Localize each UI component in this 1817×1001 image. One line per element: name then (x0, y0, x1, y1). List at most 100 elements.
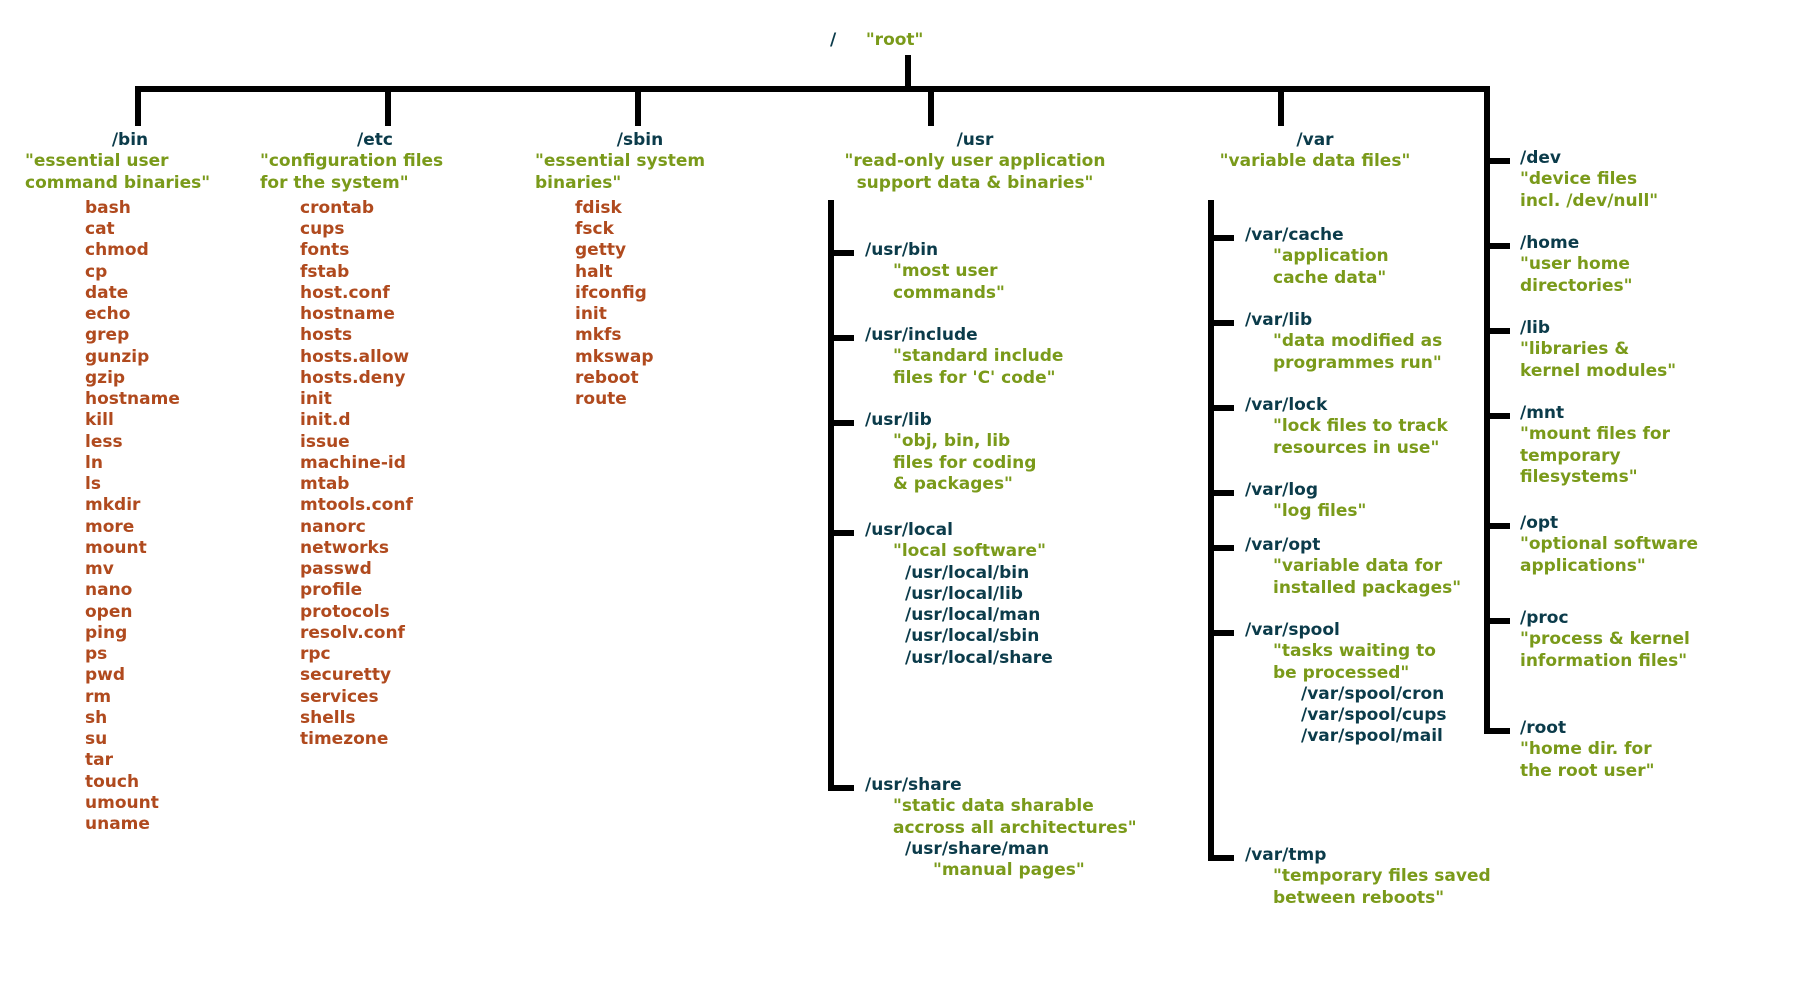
connector (1208, 405, 1234, 411)
connector (1278, 86, 1284, 126)
list-item: tar (85, 750, 235, 771)
list-item: mtab (300, 474, 490, 495)
lib-desc: "libraries & kernel modules" (1520, 339, 1676, 382)
usr-share-man-desc: "manual pages" (933, 860, 1137, 881)
list-item: fonts (300, 240, 490, 261)
list-item: securetty (300, 665, 490, 686)
var-log-path: /var/log (1245, 480, 1366, 501)
list-item: fdisk (575, 198, 745, 219)
list-item: resolv.conf (300, 623, 490, 644)
dev-path: /dev (1520, 148, 1658, 169)
list-item: chmod (85, 240, 235, 261)
list-item: nanorc (300, 517, 490, 538)
bin-files: bashcatchmodcpdateechogrepgunzipgziphost… (85, 198, 235, 836)
list-item: machine-id (300, 453, 490, 474)
usr-share-path: /usr/share (865, 775, 1137, 796)
connector (1208, 490, 1234, 496)
list-item: mtools.conf (300, 495, 490, 516)
sbin-path: /sbin (535, 130, 745, 151)
list-item: fstab (300, 262, 490, 283)
var-lib-path: /var/lib (1245, 310, 1442, 331)
opt-desc: "optional software applications" (1520, 534, 1698, 577)
connector (828, 785, 854, 791)
list-item: mkswap (575, 347, 745, 368)
rootdir-desc: "home dir. for the root user" (1520, 739, 1654, 782)
list-item: date (85, 283, 235, 304)
opt-path: /opt (1520, 513, 1698, 534)
proc-desc: "process & kernel information files" (1520, 629, 1690, 672)
list-item: host.conf (300, 283, 490, 304)
connector (1208, 855, 1234, 861)
connector (385, 86, 391, 126)
connector (1484, 158, 1510, 164)
etc-path: /etc (260, 130, 490, 151)
list-item: more (85, 517, 235, 538)
usr-share-man-path: /usr/share/man (905, 839, 1137, 860)
list-item: /var/spool/cups (1301, 705, 1447, 726)
usr-share-desc: "static data sharable accross all archit… (893, 796, 1137, 839)
connector (1484, 243, 1510, 249)
list-item: hostname (300, 304, 490, 325)
list-item: /usr/local/lib (905, 584, 1053, 605)
rootdir-path: /root (1520, 718, 1654, 739)
usr-desc: "read-only user application support data… (785, 151, 1165, 194)
list-item: shells (300, 708, 490, 729)
connector (1208, 545, 1234, 551)
lib-path: /lib (1520, 318, 1676, 339)
list-item: mkfs (575, 325, 745, 346)
list-item: ifconfig (575, 283, 745, 304)
list-item: init.d (300, 410, 490, 431)
proc-path: /proc (1520, 608, 1690, 629)
etc-desc: "configuration files for the system" (260, 151, 490, 194)
connector (635, 86, 641, 126)
var-opt-desc: "variable data for installed packages" (1273, 556, 1461, 599)
usr-bin-desc: "most user commands" (893, 261, 1005, 304)
var-tmp-desc: "temporary files saved between reboots" (1273, 866, 1491, 909)
list-item: ps (85, 644, 235, 665)
connector (1484, 728, 1510, 734)
connector (1484, 328, 1510, 334)
var-tmp-path: /var/tmp (1245, 845, 1491, 866)
list-item: hosts (300, 325, 490, 346)
connector (1208, 630, 1234, 636)
list-item: bash (85, 198, 235, 219)
usr-lib-desc: "obj, bin, lib files for coding & packag… (893, 431, 1036, 495)
connector (828, 335, 854, 341)
list-item: rm (85, 687, 235, 708)
list-item: mount (85, 538, 235, 559)
list-item: timezone (300, 729, 490, 750)
usr-bin-path: /usr/bin (865, 240, 1005, 261)
list-item: grep (85, 325, 235, 346)
connector (828, 420, 854, 426)
list-item: rpc (300, 644, 490, 665)
var-log-desc: "log files" (1273, 501, 1366, 522)
usr-include-path: /usr/include (865, 325, 1063, 346)
var-cache-desc: "application cache data" (1273, 246, 1389, 289)
list-item: hosts.allow (300, 347, 490, 368)
list-item: cat (85, 219, 235, 240)
connector (1208, 200, 1214, 860)
home-desc: "user home directories" (1520, 254, 1633, 297)
connector (135, 86, 141, 126)
list-item: profile (300, 580, 490, 601)
list-item: su (85, 729, 235, 750)
connector (135, 86, 1490, 92)
list-item: protocols (300, 602, 490, 623)
sbin-desc: "essential system binaries" (535, 151, 745, 194)
list-item: init (300, 389, 490, 410)
var-lock-path: /var/lock (1245, 395, 1448, 416)
list-item: sh (85, 708, 235, 729)
root-path: / (830, 30, 836, 50)
connector (928, 86, 934, 126)
var-cache-path: /var/cache (1245, 225, 1389, 246)
list-item: open (85, 602, 235, 623)
mnt-path: /mnt (1520, 403, 1670, 424)
usr-local-path: /usr/local (865, 520, 1053, 541)
var-spool-sub: /var/spool/cron/var/spool/cups/var/spool… (1301, 684, 1447, 748)
bin-path: /bin (25, 130, 235, 151)
list-item: ln (85, 453, 235, 474)
var-lock-desc: "lock files to track resources in use" (1273, 416, 1448, 459)
list-item: gzip (85, 368, 235, 389)
list-item: ls (85, 474, 235, 495)
list-item: kill (85, 410, 235, 431)
